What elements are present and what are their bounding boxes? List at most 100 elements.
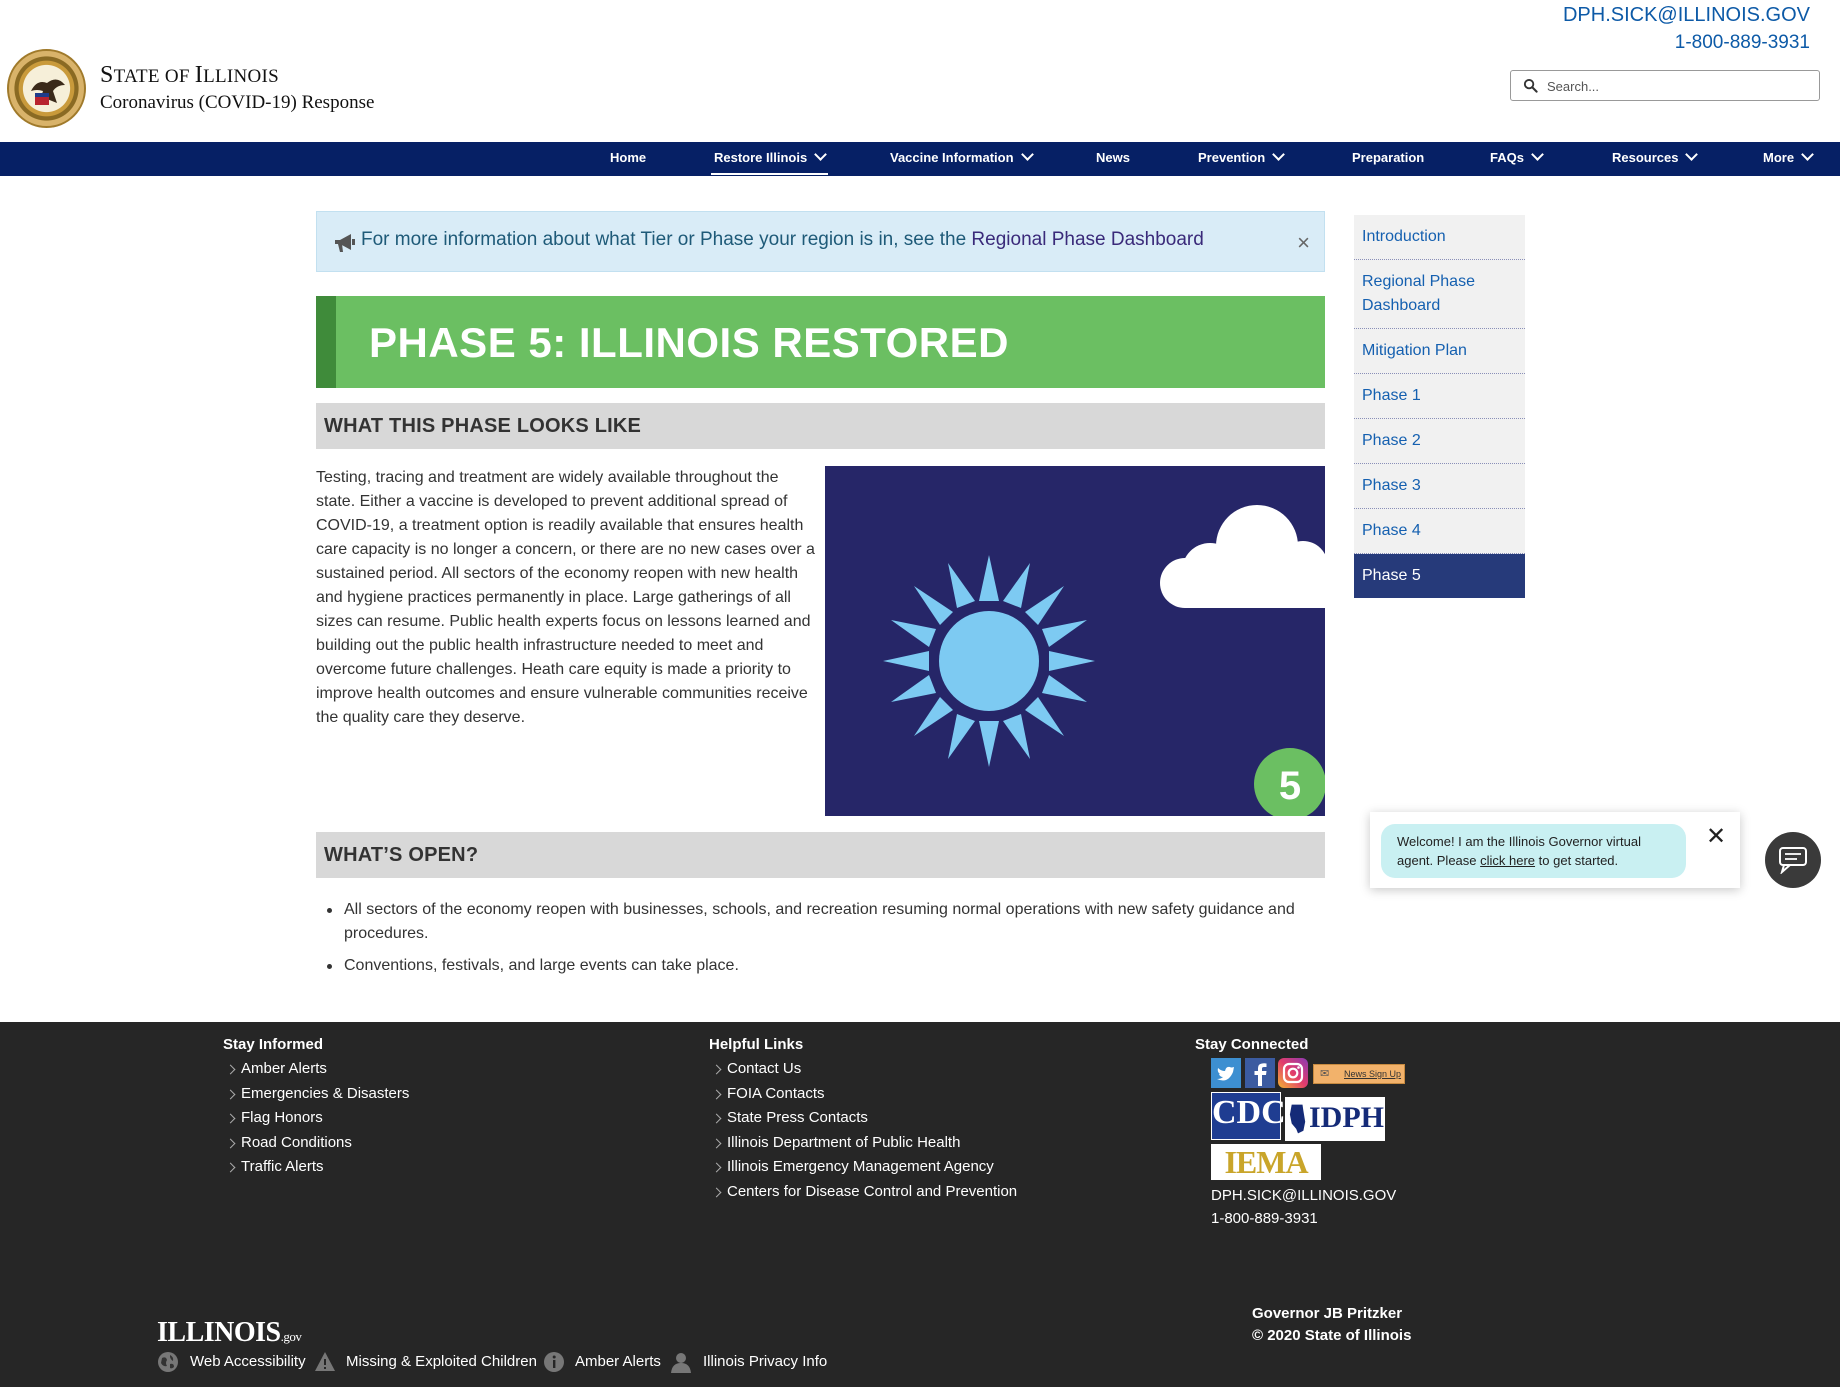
info-icon — [544, 1352, 564, 1372]
nav-label: Prevention — [1198, 150, 1266, 165]
footer-heading: Helpful Links — [709, 1036, 804, 1053]
footer-stay-connected: Stay Connected — [1195, 1036, 1308, 1057]
footer-link-contact-us[interactable]: Contact Us — [709, 1057, 1017, 1082]
nav-more[interactable]: More — [1763, 142, 1814, 176]
privacy-info-link[interactable]: Illinois Privacy Info — [670, 1350, 827, 1374]
footer-link-cdc[interactable]: Centers for Disease Control and Preventi… — [709, 1180, 1017, 1205]
side-item-introduction[interactable]: Introduction — [1354, 215, 1525, 260]
site-footer: Stay Informed Amber Alerts Emergencies &… — [0, 1022, 1840, 1387]
phase-number-badge: 5 — [1254, 748, 1325, 816]
globe-icon — [158, 1352, 178, 1372]
nav-prevention[interactable]: Prevention — [1198, 142, 1286, 176]
info-alert: For more information about what Tier or … — [316, 211, 1325, 272]
chat-message: Welcome! I am the Illinois Governor virt… — [1381, 824, 1686, 878]
idph-logo[interactable]: IDPH — [1285, 1097, 1385, 1141]
side-item-phase-4[interactable]: Phase 4 — [1354, 509, 1525, 554]
megaphone-icon — [335, 234, 355, 252]
chat-icon — [1779, 847, 1807, 874]
facebook-icon[interactable] — [1245, 1058, 1275, 1088]
copyright: © 2020 State of Illinois — [1252, 1327, 1412, 1344]
nav-preparation[interactable]: Preparation — [1352, 142, 1424, 176]
chevron-down-icon — [814, 148, 828, 161]
logo-suffix: .gov — [280, 1329, 302, 1344]
nav-faqs[interactable]: FAQs — [1490, 142, 1544, 176]
chevron-down-icon — [1531, 148, 1544, 161]
link-label: Missing & Exploited Children — [346, 1353, 537, 1370]
news-signup-button[interactable]: ✉ News Sign Up — [1313, 1064, 1405, 1084]
nav-home[interactable]: Home — [610, 142, 646, 176]
nav-label: Vaccine Information — [890, 150, 1014, 165]
nav-label: More — [1763, 150, 1795, 165]
header-phone-link[interactable]: 1-800-889-3931 — [1675, 32, 1810, 54]
amber-alerts-bottom-link[interactable]: Amber Alerts — [543, 1350, 661, 1374]
phase-banner: PHASE 5: ILLINOIS RESTORED — [316, 296, 1325, 388]
iema-logo[interactable]: IEMA — [1211, 1144, 1321, 1180]
footer-stay-informed: Stay Informed Amber Alerts Emergencies &… — [223, 1036, 409, 1180]
site-title[interactable]: STATE OF ILLINOIS — [100, 62, 279, 89]
whats-open-list: All sectors of the economy reopen with b… — [316, 898, 1325, 986]
nav-label: Resources — [1612, 150, 1679, 165]
side-item-phase-5[interactable]: Phase 5 — [1354, 554, 1525, 598]
search-input[interactable] — [1547, 75, 1807, 97]
nav-news[interactable]: News — [1096, 142, 1130, 176]
logo-main: ILLINOIS — [157, 1317, 281, 1348]
chat-launcher-button[interactable] — [1765, 832, 1821, 888]
chevron-down-icon — [1272, 148, 1286, 161]
state-seal-logo[interactable] — [7, 49, 86, 128]
banner-accent-bar — [316, 296, 336, 388]
badge-number: 5 — [1279, 764, 1301, 808]
search-box — [1510, 70, 1820, 101]
footer-link-emergencies[interactable]: Emergencies & Disasters — [223, 1082, 409, 1107]
nav-vaccine-information[interactable]: Vaccine Information — [890, 142, 1034, 176]
phase-5-illustration: 5 — [825, 466, 1325, 816]
nav-label: FAQs — [1490, 150, 1524, 165]
list-item: All sectors of the economy reopen with b… — [316, 898, 1325, 946]
footer-link-foia[interactable]: FOIA Contacts — [709, 1082, 1017, 1107]
illinois-state-icon — [1289, 1104, 1306, 1134]
footer-link-idph[interactable]: Illinois Department of Public Health — [709, 1131, 1017, 1156]
web-accessibility-link[interactable]: Web Accessibility — [157, 1350, 306, 1374]
footer-link-iema[interactable]: Illinois Emergency Management Agency — [709, 1155, 1017, 1180]
list-item: Conventions, festivals, and large events… — [316, 954, 1325, 978]
twitter-icon[interactable] — [1211, 1058, 1241, 1088]
footer-heading: Stay Informed — [223, 1036, 324, 1053]
warning-icon — [315, 1352, 335, 1371]
nav-label: News — [1096, 150, 1130, 165]
footer-helpful-links: Helpful Links Contact Us FOIA Contacts S… — [709, 1036, 1017, 1204]
footer-phone-link[interactable]: 1-800-889-3931 — [1211, 1210, 1318, 1227]
header-email-link[interactable]: DPH.SICK@ILLINOIS.GOV — [1563, 4, 1810, 27]
side-item-regional-phase-dashboard[interactable]: Regional Phase Dashboard — [1354, 260, 1525, 329]
footer-link-amber-alerts[interactable]: Amber Alerts — [223, 1057, 409, 1082]
user-icon — [671, 1353, 691, 1373]
side-item-phase-1[interactable]: Phase 1 — [1354, 374, 1525, 419]
governor-name: Governor JB Pritzker — [1252, 1305, 1403, 1322]
side-item-phase-3[interactable]: Phase 3 — [1354, 464, 1525, 509]
search-icon[interactable] — [1523, 78, 1538, 93]
instagram-icon[interactable] — [1278, 1058, 1308, 1088]
footer-link-traffic-alerts[interactable]: Traffic Alerts — [223, 1155, 409, 1180]
nav-label: Preparation — [1352, 150, 1425, 165]
nav-label: Restore Illinois — [714, 150, 808, 165]
chat-start-link[interactable]: click here — [1480, 853, 1535, 868]
site-header: STATE OF ILLINOIS Coronavirus (COVID-19)… — [0, 0, 1840, 142]
section-title: WHAT THIS PHASE LOOKS LIKE — [324, 415, 642, 437]
cdc-logo[interactable]: CDC — [1211, 1092, 1286, 1140]
footer-email-link[interactable]: DPH.SICK@ILLINOIS.GOV — [1211, 1187, 1396, 1204]
footer-link-press[interactable]: State Press Contacts — [709, 1106, 1017, 1131]
side-item-phase-2[interactable]: Phase 2 — [1354, 419, 1525, 464]
footer-link-flag-honors[interactable]: Flag Honors — [223, 1106, 409, 1131]
nav-resources[interactable]: Resources — [1612, 142, 1699, 176]
eagle-icon — [31, 79, 65, 105]
chevron-down-icon — [1801, 148, 1814, 161]
footer-link-road-conditions[interactable]: Road Conditions — [223, 1131, 409, 1156]
missing-children-link[interactable]: Missing & Exploited Children — [314, 1350, 537, 1374]
regional-phase-dashboard-link[interactable]: Regional Phase Dashboard — [971, 229, 1203, 250]
illinois-gov-logo[interactable]: ILLINOIS.gov — [157, 1317, 302, 1349]
phase-side-nav: Introduction Regional Phase Dashboard Mi… — [1354, 215, 1525, 598]
chevron-down-icon — [1685, 148, 1699, 161]
side-item-mitigation-plan[interactable]: Mitigation Plan — [1354, 329, 1525, 374]
nav-restore-illinois[interactable]: Restore Illinois — [710, 142, 829, 176]
close-icon[interactable]: × — [1297, 230, 1310, 256]
close-icon[interactable]: ✕ — [1706, 822, 1726, 851]
section-heading-looks: WHAT THIS PHASE LOOKS LIKE — [316, 403, 1325, 449]
